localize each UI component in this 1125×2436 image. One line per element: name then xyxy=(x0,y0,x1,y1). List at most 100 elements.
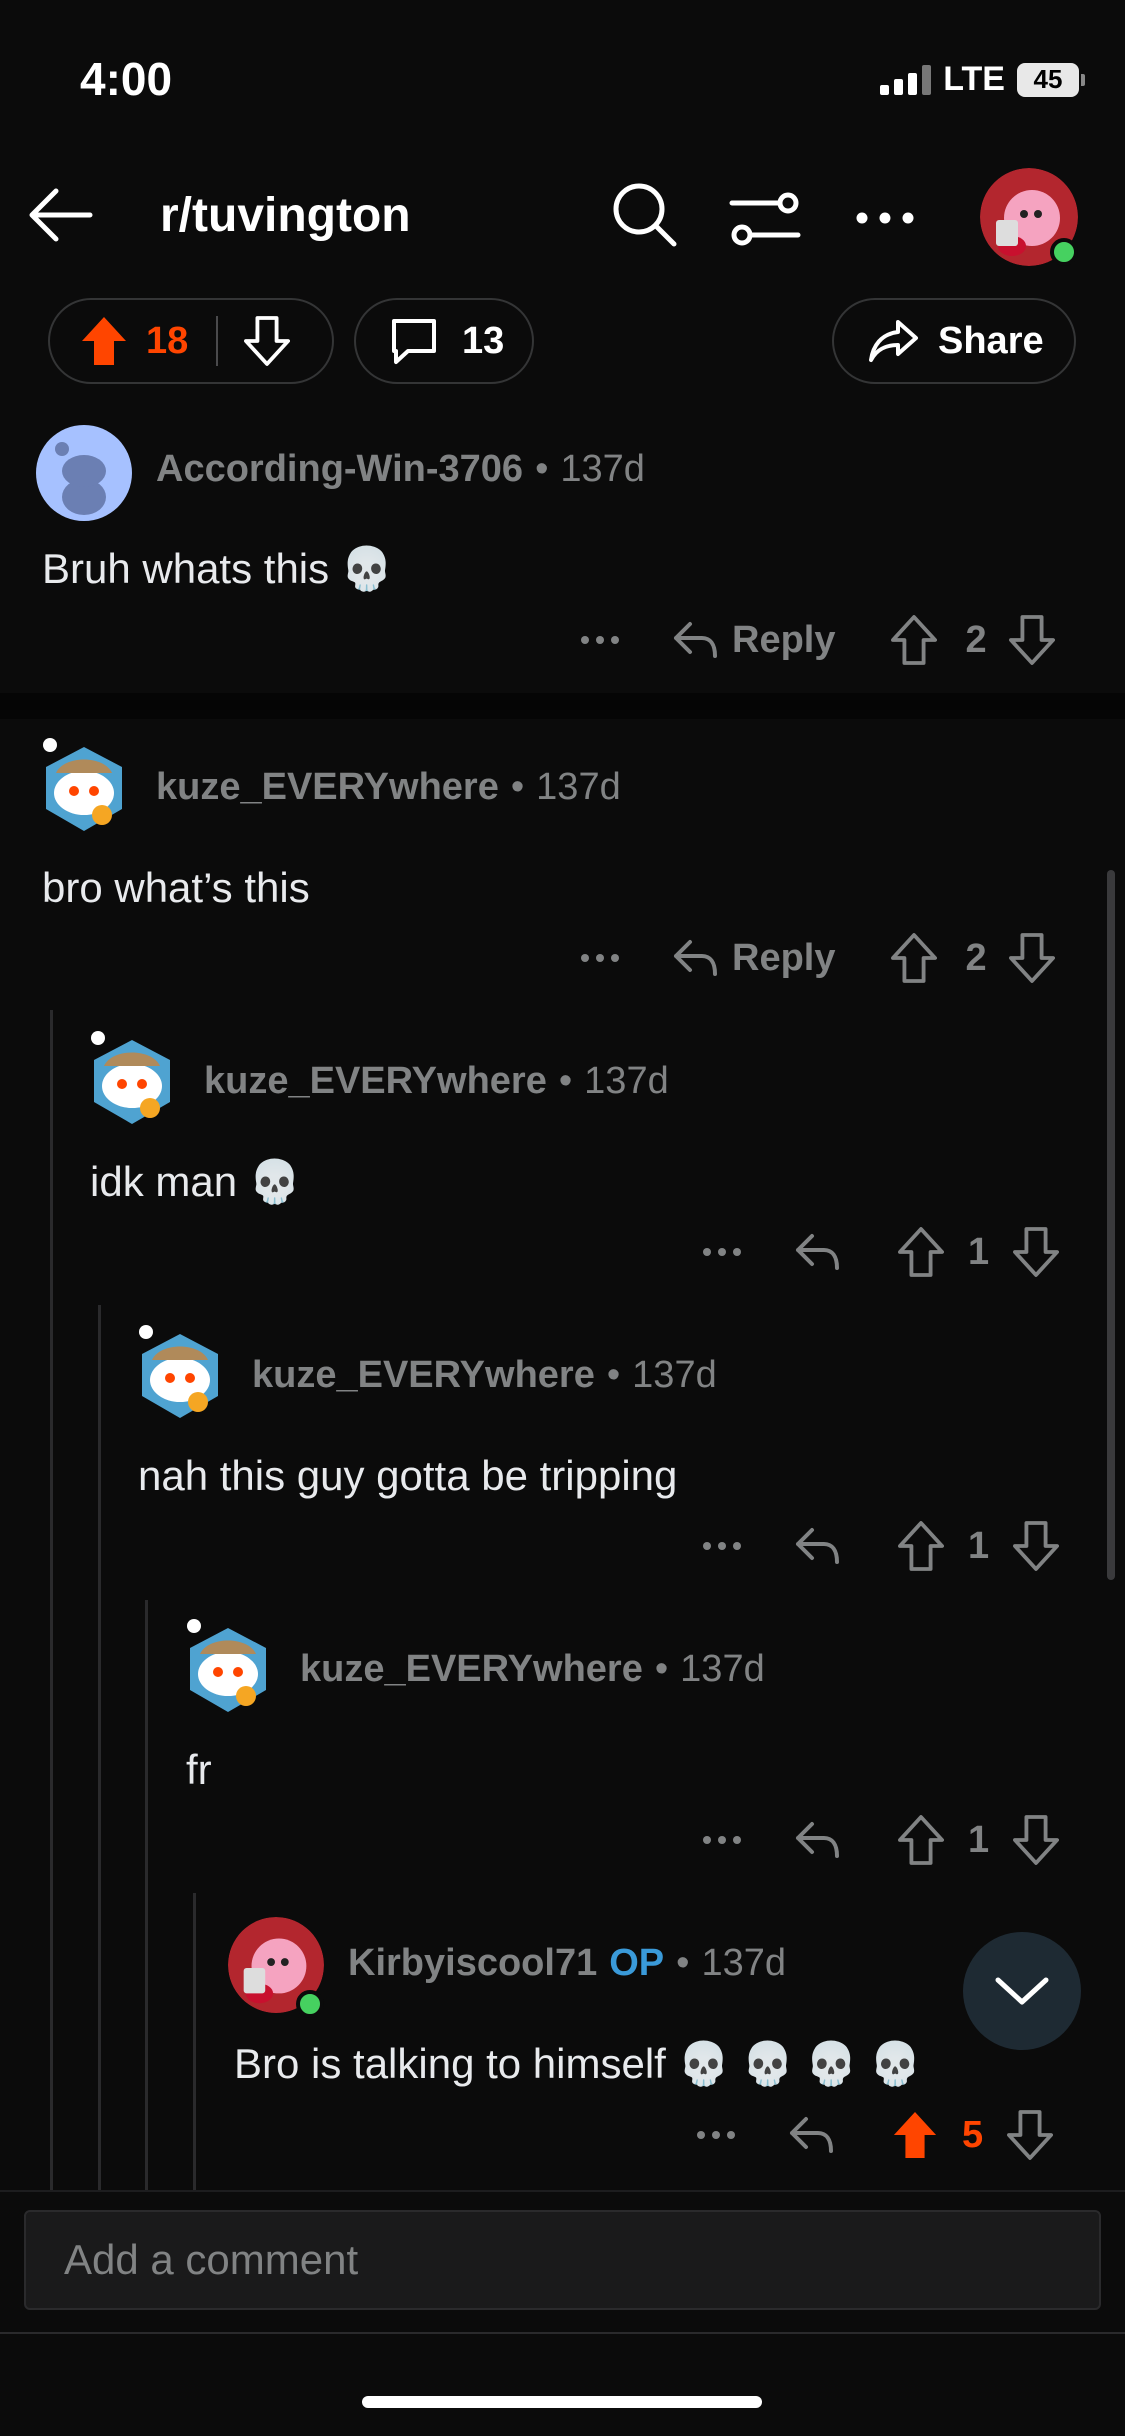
scrollbar[interactable] xyxy=(1107,870,1115,1580)
comment-author[interactable]: kuze_EVERYwhere xyxy=(300,1648,643,1691)
status-time: 4:00 xyxy=(80,53,173,105)
subreddit-title[interactable]: r/tuvington xyxy=(160,188,411,243)
status-indicators: LTE 45 xyxy=(880,60,1085,99)
comment-age: 137d xyxy=(584,1060,669,1102)
reply-button[interactable]: Reply xyxy=(732,937,835,980)
more-options-icon[interactable] xyxy=(580,953,620,963)
comment-actions: 5 xyxy=(696,2105,1054,2165)
downvote-icon[interactable] xyxy=(1013,1815,1060,1865)
more-options-icon[interactable] xyxy=(845,178,925,258)
reply-button[interactable]: Reply xyxy=(732,619,835,662)
more-options-icon[interactable] xyxy=(702,1541,742,1551)
reply-icon[interactable] xyxy=(672,938,718,978)
comment-author[interactable]: kuze_EVERYwhere xyxy=(252,1354,595,1397)
avatar[interactable] xyxy=(36,425,132,521)
avatar[interactable] xyxy=(84,1028,180,1128)
more-options-icon[interactable] xyxy=(702,1247,742,1257)
comment-actions: 1 xyxy=(702,1516,1060,1576)
thread-line xyxy=(50,1010,53,2190)
share-label: Share xyxy=(938,319,1044,362)
downvote-icon[interactable] xyxy=(1008,615,1055,665)
downvote-icon[interactable] xyxy=(1013,1227,1060,1277)
signal-icon xyxy=(880,64,932,95)
downvote-icon[interactable] xyxy=(1007,2110,1054,2160)
comment-score: 2 xyxy=(965,618,987,661)
comment-actions: 1 xyxy=(702,1222,1060,1282)
upvote-icon[interactable] xyxy=(898,1521,944,1571)
thread-line xyxy=(98,1305,101,2190)
comment-score: 1 xyxy=(968,1230,990,1273)
comment-age: 137d xyxy=(701,1942,786,1984)
more-options-icon[interactable] xyxy=(702,1835,742,1845)
comment-age: 137d xyxy=(632,1354,717,1396)
meta-separator: • xyxy=(558,1060,573,1102)
next-comment-button[interactable] xyxy=(963,1932,1081,2050)
upvote-active-icon[interactable] xyxy=(80,315,128,367)
filter-sliders-icon[interactable] xyxy=(725,178,805,258)
network-label: LTE xyxy=(943,60,1005,98)
downvote-icon[interactable] xyxy=(244,315,291,367)
comments-pill[interactable]: 13 xyxy=(354,298,534,384)
more-options-icon[interactable] xyxy=(580,635,620,645)
comment-bubble-icon xyxy=(388,315,440,367)
meta-separator: • xyxy=(606,1354,621,1396)
avatar[interactable] xyxy=(180,1616,276,1716)
vote-pill: 18 xyxy=(48,298,334,384)
avatar[interactable] xyxy=(36,735,132,835)
comment-age: 137d xyxy=(560,448,645,490)
avatar[interactable] xyxy=(132,1322,228,1422)
online-status-dot xyxy=(1050,238,1078,266)
comment-actions: Reply 2 xyxy=(580,928,1055,988)
home-indicator[interactable] xyxy=(362,2396,762,2408)
upvote-icon[interactable] xyxy=(898,1227,944,1277)
share-button[interactable]: Share xyxy=(832,298,1076,384)
search-icon[interactable] xyxy=(605,175,685,255)
comment-age: 137d xyxy=(536,766,621,808)
comment-text: Bro is talking to himself 💀 💀 💀 💀 xyxy=(234,2040,922,2087)
comment-text: idk man 💀 xyxy=(90,1158,302,1205)
post-comment-count: 13 xyxy=(462,319,505,362)
op-badge: OP xyxy=(609,1942,665,1984)
share-icon xyxy=(868,318,920,364)
comment-author[interactable]: According-Win-3706 xyxy=(156,448,523,491)
comment-score: 2 xyxy=(965,936,987,979)
downvote-icon[interactable] xyxy=(1008,933,1055,983)
thread-line xyxy=(145,1600,148,2190)
comment-text: Bruh whats this 💀 xyxy=(42,545,394,592)
reply-icon[interactable] xyxy=(788,2115,834,2155)
comment-text: bro what’s this xyxy=(42,864,310,911)
upvote-icon[interactable] xyxy=(891,615,938,665)
reply-icon[interactable] xyxy=(672,620,718,660)
reply-icon[interactable] xyxy=(794,1232,840,1272)
chevron-down-icon xyxy=(995,1977,1049,2005)
comment-age: 137d xyxy=(680,1648,765,1690)
upvote-icon[interactable] xyxy=(898,1815,944,1865)
meta-separator: • xyxy=(654,1648,669,1690)
comment-score: 1 xyxy=(968,1818,990,1861)
comment-text: fr xyxy=(186,1746,212,1793)
upvote-icon[interactable] xyxy=(891,933,938,983)
comment-actions: Reply 2 xyxy=(580,610,1055,670)
battery-icon: 45 xyxy=(1017,62,1085,97)
add-comment-placeholder: Add a comment xyxy=(64,2236,359,2283)
reply-icon[interactable] xyxy=(794,1526,840,1566)
back-icon[interactable] xyxy=(20,175,100,255)
meta-separator: • xyxy=(676,1942,690,1984)
comment-score: 1 xyxy=(968,1524,990,1567)
online-status-dot xyxy=(296,1990,324,2018)
post-upvote-count: 18 xyxy=(146,319,189,362)
battery-level: 45 xyxy=(1017,62,1079,97)
thread-line xyxy=(193,1893,196,2190)
upvote-active-icon[interactable] xyxy=(892,2110,938,2160)
comment-actions: 1 xyxy=(702,1810,1060,1870)
downvote-icon[interactable] xyxy=(1013,1521,1060,1571)
comment-author[interactable]: kuze_EVERYwhere xyxy=(156,766,499,809)
comment-author[interactable]: kuze_EVERYwhere xyxy=(204,1060,547,1103)
add-comment-input[interactable]: Add a comment xyxy=(24,2210,1101,2310)
comment-score: 5 xyxy=(962,2113,984,2156)
comment-text: nah this guy gotta be tripping xyxy=(138,1452,678,1499)
more-options-icon[interactable] xyxy=(696,2130,736,2140)
comment-author[interactable]: Kirbyiscool71 xyxy=(348,1942,597,1985)
comment-divider xyxy=(0,693,1125,719)
reply-icon[interactable] xyxy=(794,1820,840,1860)
